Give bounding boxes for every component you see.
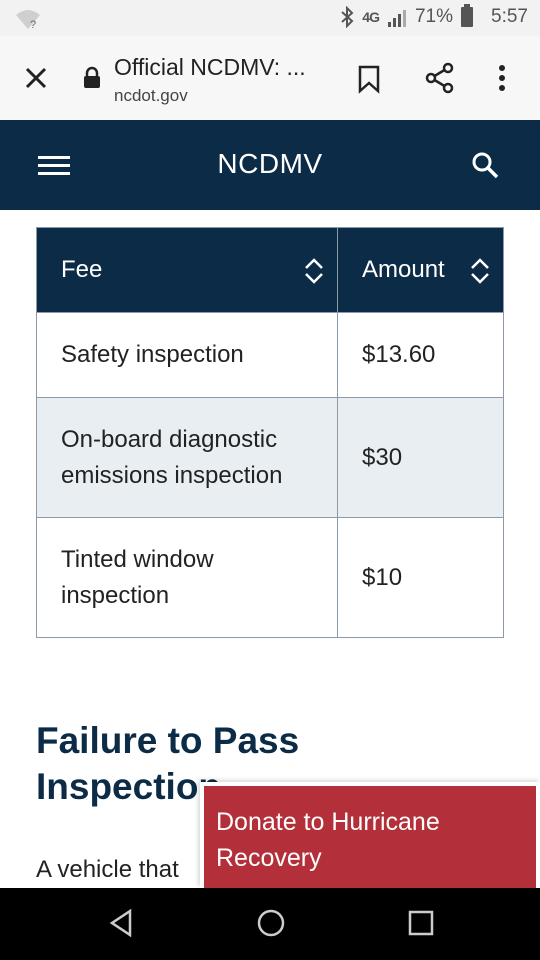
bluetooth-icon <box>341 6 354 28</box>
browser-toolbar: Official NCDMV: ... ncdot.gov <box>0 36 540 120</box>
sort-icon[interactable] <box>303 256 325 286</box>
table-row: On-board diagnostic emissions inspection… <box>36 397 504 518</box>
home-icon[interactable] <box>256 908 286 938</box>
signal-icon <box>387 10 406 27</box>
table-row: Tinted window inspection $10 <box>36 517 504 638</box>
back-icon[interactable] <box>108 908 134 938</box>
fee-cell: Safety inspection <box>36 312 338 398</box>
wifi-icon: ? <box>16 10 40 30</box>
system-nav-bar <box>0 888 540 960</box>
lock-icon <box>84 66 100 88</box>
battery-icon <box>461 4 474 27</box>
sort-icon[interactable] <box>469 256 491 286</box>
section-body-text: A vehicle that <box>36 856 179 883</box>
search-icon[interactable] <box>470 150 500 180</box>
bookmark-icon[interactable] <box>356 64 382 94</box>
recent-apps-icon[interactable] <box>408 910 434 936</box>
column-header-amount[interactable]: Amount <box>337 227 504 313</box>
donate-button[interactable]: Donate to Hurricane Recovery <box>204 786 536 888</box>
amount-cell: $13.60 <box>337 312 504 398</box>
fee-cell: On-board diagnostic emissions inspection <box>36 397 338 518</box>
amount-cell: $30 <box>337 397 504 518</box>
fee-cell: Tinted window inspection <box>36 517 338 638</box>
more-options-icon[interactable] <box>496 62 508 94</box>
site-logo-title[interactable]: NCDMV <box>0 148 540 180</box>
status-bar: ? 4G 71% 5:57 <box>0 0 540 36</box>
battery-percent: 71% <box>414 6 454 27</box>
page-title[interactable]: Official NCDMV: ... <box>114 54 306 81</box>
page-domain[interactable]: ncdot.gov <box>114 86 188 106</box>
svg-text:?: ? <box>30 19 36 30</box>
clock: 5:57 <box>491 6 528 27</box>
donate-banner[interactable]: Donate to Hurricane Recovery <box>200 782 540 888</box>
share-icon[interactable] <box>424 62 456 94</box>
column-header-label: Fee <box>61 256 103 283</box>
close-icon[interactable] <box>20 62 52 94</box>
amount-cell: $10 <box>337 517 504 638</box>
network-type: 4G <box>362 9 380 25</box>
table-row: Safety inspection $13.60 <box>36 312 504 398</box>
column-header-label: Amount <box>362 256 445 283</box>
column-header-fee[interactable]: Fee <box>36 227 338 313</box>
site-header: NCDMV <box>0 120 540 210</box>
table-header-row: Fee Amount <box>36 227 504 313</box>
fee-table: Fee Amount Safety inspection $13.60 On-b… <box>36 227 504 638</box>
donate-label: Donate to Hurricane Recovery <box>216 808 440 872</box>
